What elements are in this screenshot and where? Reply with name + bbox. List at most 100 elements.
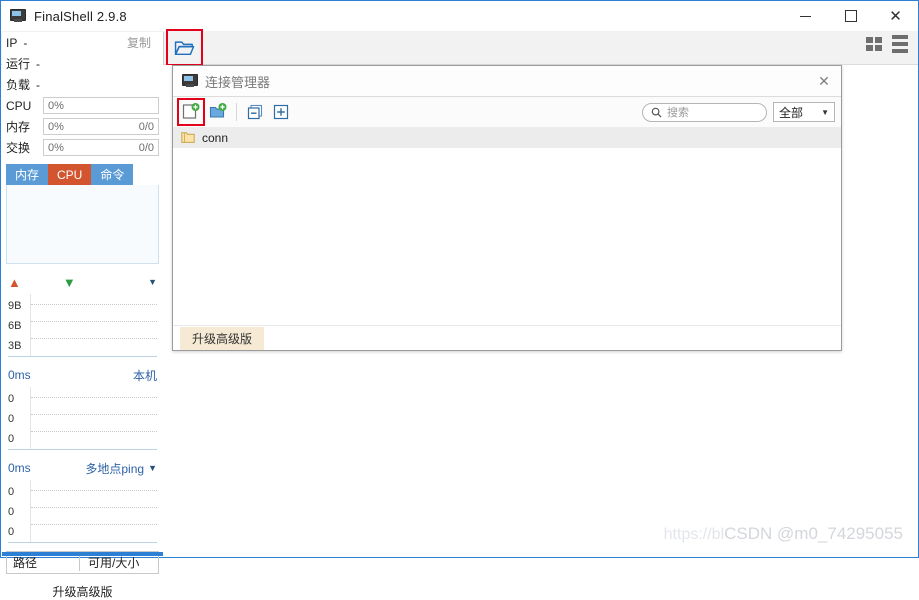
maximize-button[interactable]	[828, 1, 873, 31]
maximize-icon	[844, 10, 857, 22]
network-ytick-2: 3B	[8, 340, 22, 352]
copy-ip-button[interactable]: 复制	[127, 34, 159, 51]
list-item-label: conn	[202, 130, 229, 145]
tab-command[interactable]: 命令	[91, 164, 134, 185]
tab-memory[interactable]: 内存	[6, 164, 49, 185]
swap-meter-label: 交换	[6, 141, 31, 155]
tab-cpu[interactable]: CPU	[48, 164, 92, 185]
monitor-icon	[182, 74, 198, 88]
multiping-ytick-0: 0	[8, 486, 15, 498]
dialog-close-button[interactable]: ✕	[807, 67, 841, 95]
disk-size-header: 可用/大小	[88, 556, 140, 570]
disk-path-header: 路径	[13, 556, 38, 570]
uptime-row: 运行 -	[2, 53, 163, 74]
multiping-mode-label: 多地点ping	[85, 461, 145, 476]
ip-value: -	[23, 35, 28, 50]
search-input[interactable]: 搜索	[642, 102, 767, 122]
swap-meter: 0% 0/0	[43, 139, 159, 156]
new-folder-button[interactable]	[205, 100, 231, 124]
dialog-upgrade-button[interactable]: 升级高级版	[180, 326, 265, 350]
bottom-accent-bar	[2, 552, 163, 556]
network-graph: 9B 6B 3B	[8, 294, 157, 357]
minimize-button[interactable]	[783, 1, 828, 31]
memory-meter-percent: 0%	[48, 120, 64, 133]
ping-mode[interactable]: 本机	[133, 367, 157, 384]
ping-ytick-1: 0	[8, 413, 15, 425]
network-graph-plot	[30, 294, 157, 356]
network-graph-header: ▲ ▼ ▼	[8, 272, 157, 292]
download-arrow-icon: ▼	[62, 274, 76, 290]
network-ytick-0: 9B	[8, 300, 22, 312]
chevron-down-icon: ▼	[821, 107, 829, 117]
dialog-title-bar: 连接管理器 ✕	[173, 66, 841, 97]
sidebar-upgrade-link[interactable]: 升级高级版	[2, 583, 163, 600]
close-button[interactable]: ✕	[873, 1, 918, 31]
load-row: 负载 -	[2, 74, 163, 95]
status-sidebar: IP - 复制 运行 - 负载 - CPU 0% 内存 0% 0/0 交换 0%…	[2, 32, 164, 599]
new-folder-icon	[209, 103, 227, 118]
multiping-mode-selector[interactable]: 多地点ping ▼	[85, 460, 157, 477]
connection-manager-dialog: 连接管理器 ✕ 搜索 全部 ▼ conn 升级高级版	[172, 65, 842, 351]
folder-icon	[181, 132, 195, 143]
collapse-all-icon	[247, 104, 263, 120]
minimize-icon	[800, 15, 811, 17]
chevron-down-icon: ▼	[148, 277, 157, 287]
ip-label: IP	[6, 35, 18, 50]
title-bar: FinalShell 2.9.8 ✕	[1, 1, 918, 31]
dialog-footer: 升级高级版	[173, 325, 841, 350]
watermark: https://bl CSDN @m0_74295055	[664, 524, 903, 544]
new-connection-button[interactable]	[177, 98, 205, 126]
grid-view-button[interactable]	[864, 35, 884, 53]
cpu-meter-label: CPU	[6, 98, 32, 113]
ip-row: IP - 复制	[2, 32, 163, 53]
memory-meter-ratio: 0/0	[138, 120, 154, 133]
open-connection-manager-button[interactable]	[166, 29, 203, 66]
ping-ytick-0: 0	[8, 393, 15, 405]
monitor-tabs: 内存 CPU 命令	[6, 164, 159, 185]
list-item[interactable]: conn	[173, 127, 841, 148]
cpu-meter: 0%	[43, 97, 159, 114]
expand-all-icon	[273, 104, 289, 120]
multiping-graph-yaxis: 0 0 0	[8, 480, 30, 542]
chevron-down-icon: ▼	[148, 463, 157, 473]
ping-graph-header: 0ms 本机	[8, 365, 157, 385]
multiping-graph: 0 0 0	[8, 480, 157, 543]
application-window: FinalShell 2.9.8 ✕ IP - 复制 运行 - 负载 - CPU…	[0, 0, 919, 599]
watermark-text: CSDN @m0_74295055	[724, 524, 903, 543]
toolbar-divider	[236, 103, 237, 121]
dialog-toolbar: 搜索 全部 ▼	[173, 97, 841, 128]
view-mode-switcher	[864, 35, 910, 53]
swap-meter-ratio: 0/0	[138, 141, 154, 154]
memory-meter-row: 内存 0% 0/0	[2, 116, 163, 137]
uptime-label: 运行	[6, 57, 31, 71]
grid-view-icon	[866, 37, 882, 51]
monitor-icon	[10, 9, 26, 23]
window-title: FinalShell 2.9.8	[34, 8, 127, 24]
multiping-graph-plot	[30, 480, 157, 542]
collapse-all-button[interactable]	[242, 100, 268, 124]
network-graph-yaxis: 9B 6B 3B	[8, 294, 30, 356]
folder-open-icon	[174, 40, 194, 55]
ping-graph-plot	[30, 387, 157, 449]
multiping-ytick-2: 0	[8, 526, 15, 538]
ping-ytick-2: 0	[8, 433, 15, 445]
swap-meter-row: 交换 0% 0/0	[2, 137, 163, 158]
watermark-url: https://bl	[663, 526, 725, 543]
dialog-search-area: 搜索 全部 ▼	[642, 102, 841, 122]
expand-all-button[interactable]	[268, 100, 294, 124]
window-controls: ✕	[783, 1, 918, 31]
multiping-value: 0ms	[8, 461, 31, 475]
upload-arrow-icon: ▲	[8, 274, 21, 290]
network-ytick-1: 6B	[8, 320, 22, 332]
memory-meter: 0% 0/0	[43, 118, 159, 135]
close-icon: ✕	[889, 7, 902, 25]
list-view-icon	[892, 35, 908, 53]
list-view-button[interactable]	[890, 35, 910, 53]
memory-meter-label: 内存	[6, 120, 31, 134]
dialog-title: 连接管理器	[205, 74, 271, 90]
search-placeholder: 搜索	[667, 107, 689, 119]
ping-graph-yaxis: 0 0 0	[8, 387, 30, 449]
filter-select[interactable]: 全部 ▼	[773, 102, 835, 122]
connection-tree: conn	[173, 127, 841, 326]
network-graph-controls[interactable]: ▼	[148, 277, 157, 287]
